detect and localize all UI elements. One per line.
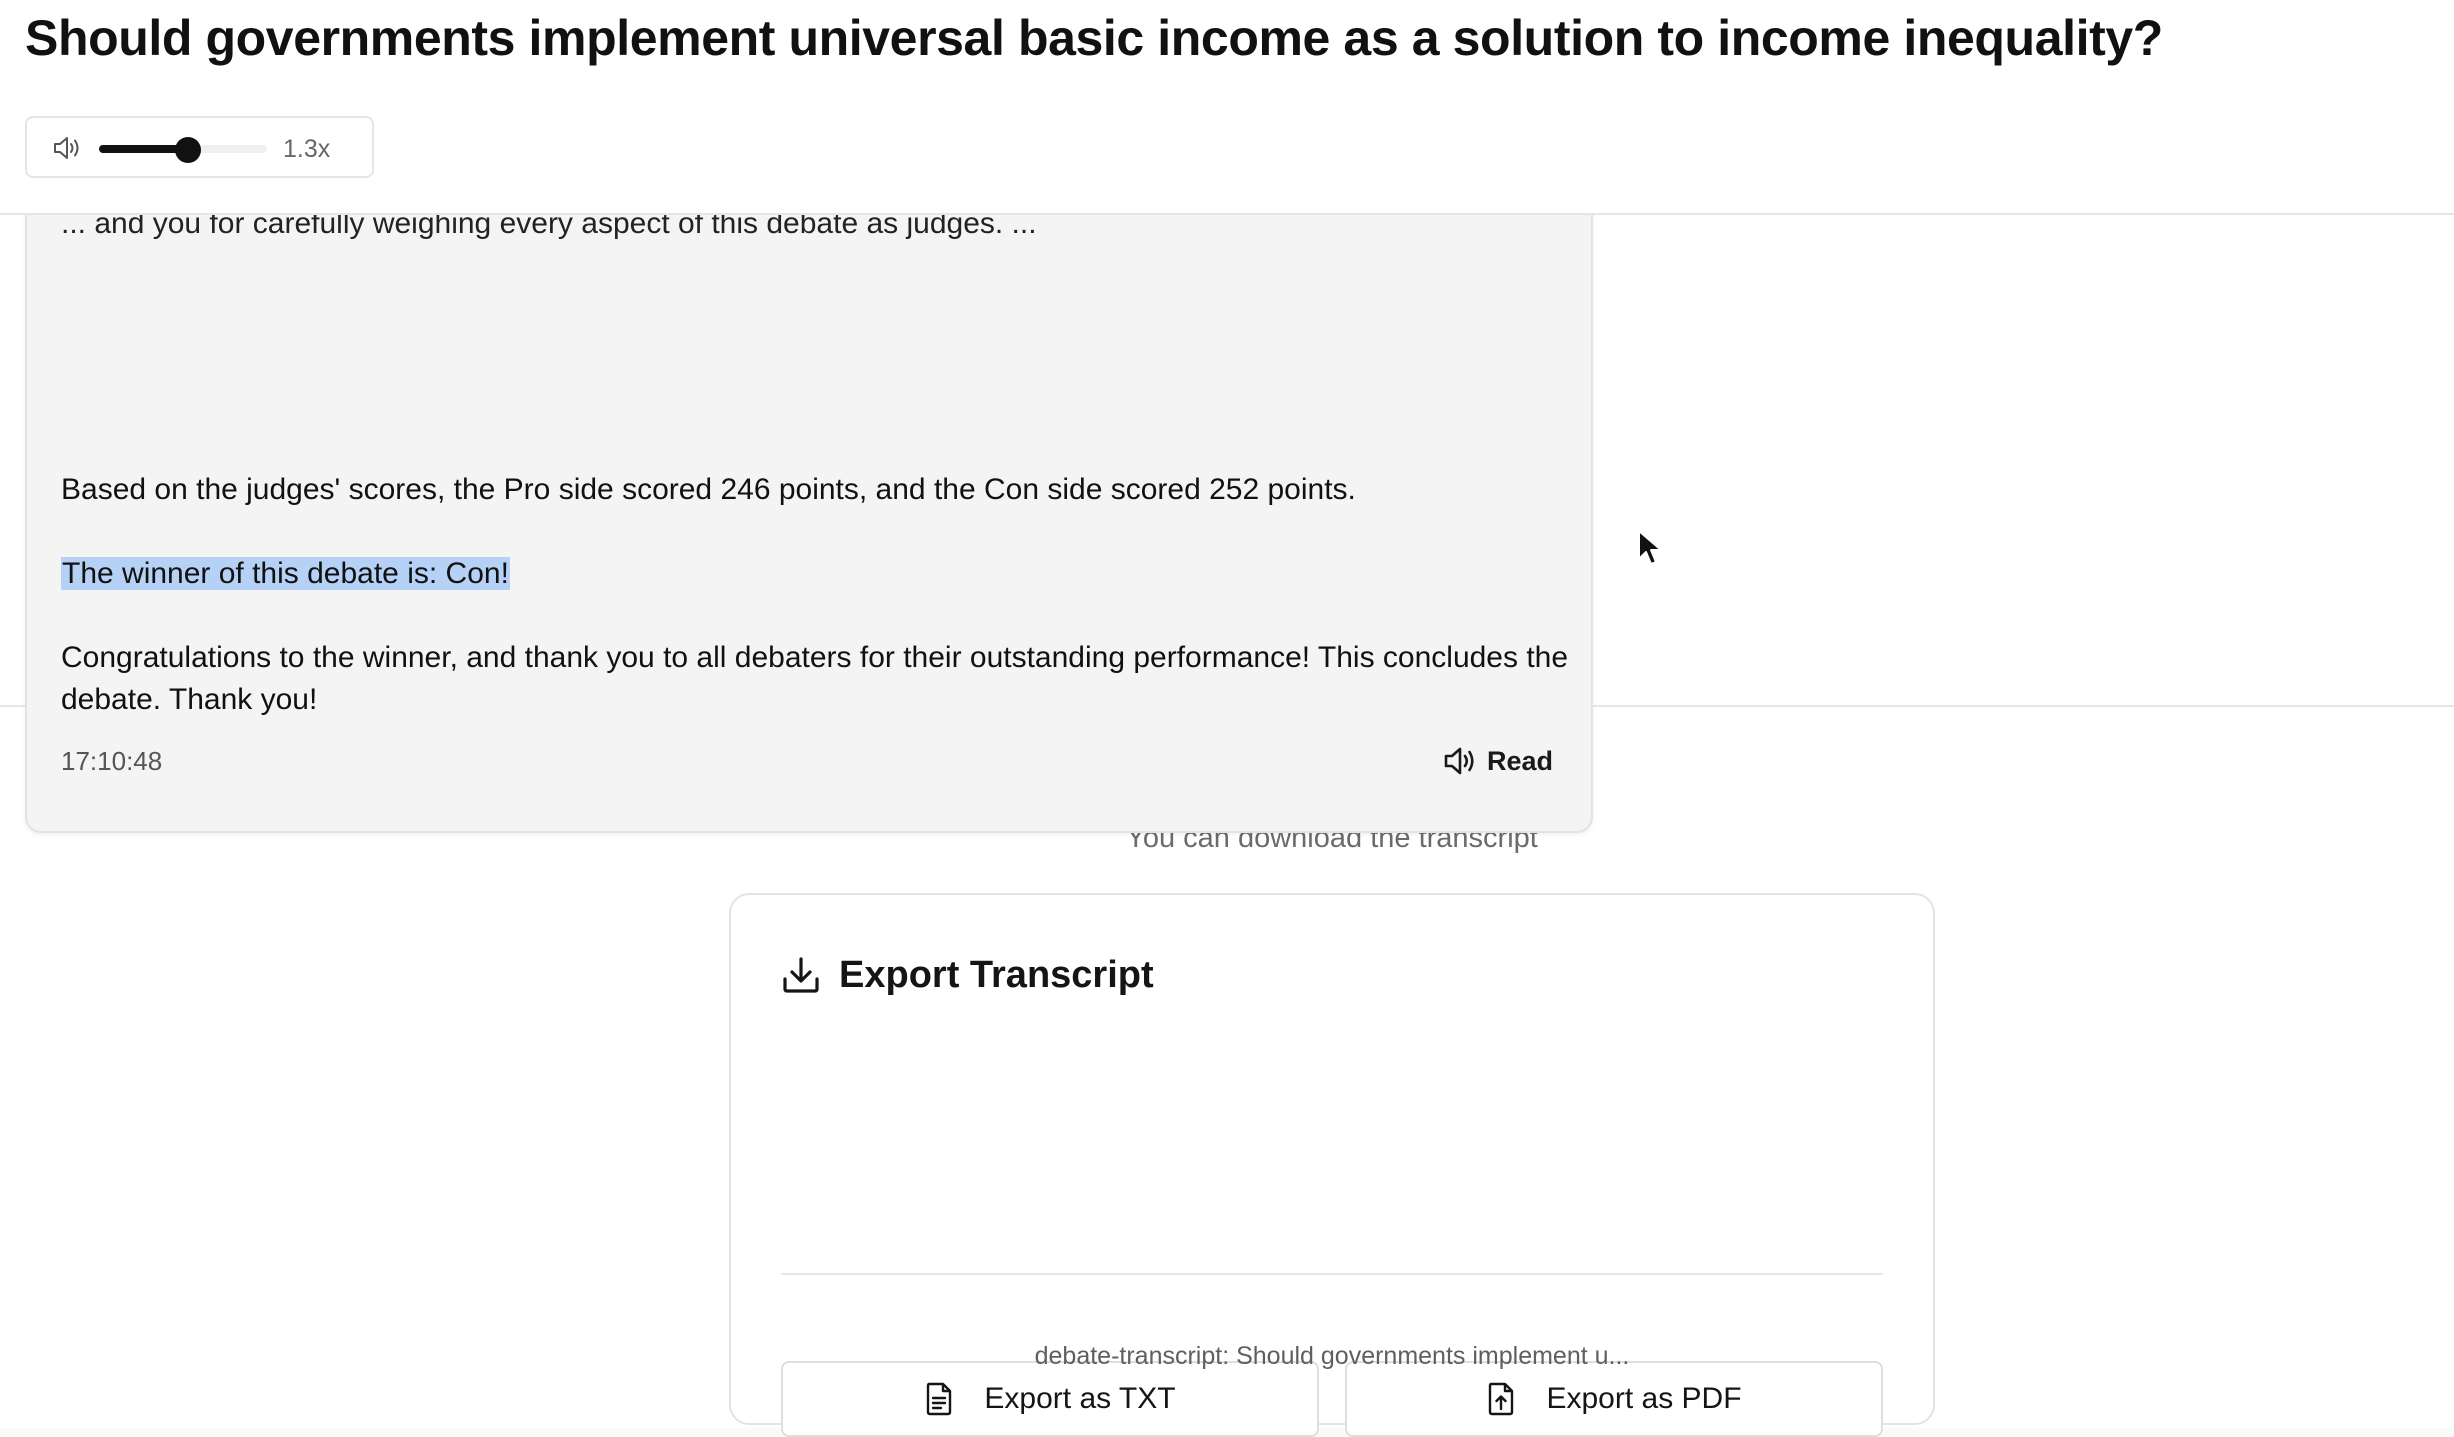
- page-header: Should governments implement universal b…: [0, 0, 2454, 215]
- export-divider: [781, 1273, 1883, 1275]
- export-title: Export Transcript: [839, 954, 1154, 996]
- transcript-filename: debate-transcript: Should governments im…: [1034, 1342, 1630, 1370]
- read-aloud-button[interactable]: Read: [1433, 737, 1563, 785]
- export-txt-label: Export as TXT: [984, 1382, 1176, 1415]
- export-header: Export Transcript: [781, 951, 1154, 999]
- export-pdf-button[interactable]: Export as PDF: [1345, 1361, 1883, 1437]
- speaker-icon: [1444, 747, 1474, 775]
- winner-text: The winner of this debate is: Con!: [61, 553, 1581, 595]
- export-transcript-card: Export Transcript Export as TXT Export a…: [729, 893, 1935, 1437]
- export-pdf-label: Export as PDF: [1546, 1382, 1742, 1415]
- mouse-cursor-icon: [1638, 530, 1662, 565]
- speed-value: 1.3x: [283, 135, 331, 163]
- page-title: Should governments implement universal b…: [25, 10, 2163, 66]
- congrats-text: Congratulations to the winner, and thank…: [61, 641, 1569, 716]
- download-icon: [783, 957, 819, 993]
- transcript-area: ... and you for carefully weighing every…: [0, 13, 2454, 833]
- text-file-icon: [927, 1382, 952, 1416]
- pdf-file-icon: [1489, 1382, 1514, 1416]
- winner-highlight: The winner of this debate is: Con!: [61, 557, 510, 590]
- volume-icon: [54, 137, 79, 159]
- playback-speed-control: 1.3x: [25, 116, 374, 178]
- speed-slider-thumb[interactable]: [175, 137, 202, 163]
- message-timestamp: 17:10:48: [61, 746, 163, 776]
- read-label: Read: [1487, 746, 1554, 776]
- speed-slider[interactable]: [99, 137, 267, 163]
- export-txt-button[interactable]: Export as TXT: [781, 1361, 1319, 1437]
- scores-text: Based on the judges' scores, the Pro sid…: [61, 473, 1356, 506]
